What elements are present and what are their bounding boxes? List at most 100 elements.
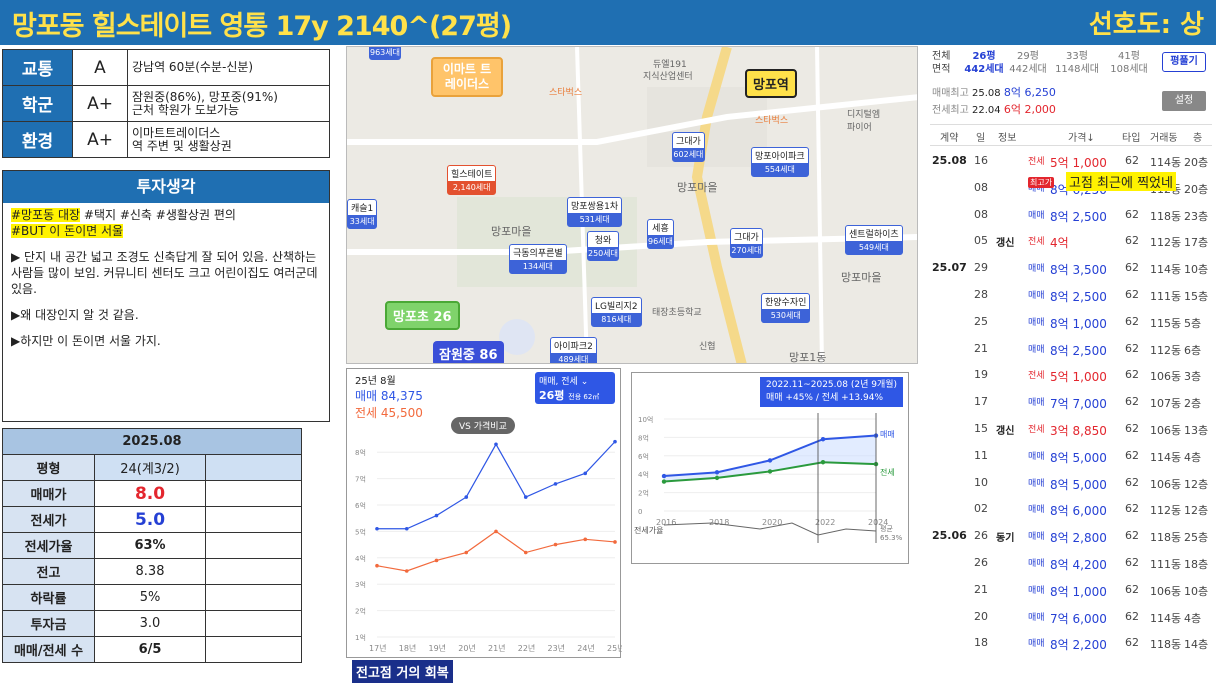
- map-label: 망포1동: [789, 351, 827, 364]
- map-tag[interactable]: 그대가 270세대: [730, 228, 763, 258]
- trade-floor: 10층: [1184, 584, 1209, 598]
- x-tick-label: 2018: [709, 518, 729, 527]
- trade-row[interactable]: 21 매매 8억 1,000 62 106동 10층: [930, 577, 1212, 603]
- x-tick-label: 19년: [429, 643, 447, 653]
- map-label: 신협: [699, 342, 716, 352]
- settings-button[interactable]: 설정: [1162, 91, 1206, 111]
- trade-row[interactable]: 25.08 16 전세 5억 1,000 62 114동 20층: [930, 148, 1212, 174]
- thought-paragraph: ▶하지만 이 돈이면 서울 가지.: [11, 334, 161, 348]
- station-badge[interactable]: 망포역: [745, 69, 797, 98]
- trade-type: 62: [1125, 314, 1139, 328]
- summary-value: 6/5: [94, 636, 206, 663]
- map-tag[interactable]: 극동의푸른별 134세대: [509, 244, 567, 274]
- tag-name: 힐스테이트: [451, 170, 493, 180]
- col-type[interactable]: 타입: [1122, 129, 1140, 144]
- size-tab-26[interactable]: 26평 442세대: [962, 50, 1006, 76]
- size-tab-33[interactable]: 33평 1148세대: [1052, 50, 1102, 76]
- max-sale: 매매최고 25.08 8억 6,250: [932, 86, 1056, 99]
- x-tick-label: 17년: [369, 643, 387, 653]
- area-map[interactable]: 이마트 트레이더스 망포역 망포초 26 잠원중 86 힐스테이트 2,140세대…: [346, 46, 918, 364]
- trade-info: 갱신: [996, 238, 1015, 250]
- tag-count: 816세대: [592, 313, 641, 326]
- trade-row[interactable]: 02 매매 8억 6,000 62 112동 12층: [930, 496, 1212, 522]
- grade-value: A: [72, 49, 128, 86]
- map-tag[interactable]: 센트럴하이츠 549세대: [845, 225, 903, 255]
- tag-count: 250세대: [588, 247, 618, 260]
- map-tag[interactable]: 아이파크2 489세대: [550, 337, 597, 363]
- trade-row[interactable]: 18 매매 8억 2,200 62 118동 14층: [930, 630, 1212, 656]
- investment-thoughts: 투자생각 #망포동 대장 #택지 #신축 #생활상권 편의 #BUT 이 돈이면…: [2, 170, 330, 422]
- map-tag[interactable]: 망포쌍용1차 531세대: [567, 197, 623, 227]
- data-point-매매: [375, 526, 379, 531]
- map-tag[interactable]: 963세대: [369, 47, 401, 60]
- trade-row[interactable]: 20 매매 7억 6,000 62 114동 4층: [930, 604, 1212, 630]
- trade-kind: 매매: [1028, 639, 1045, 650]
- x-tick-label: 22년: [518, 643, 536, 653]
- trade-row[interactable]: 25.07 29 매매 8억 3,500 62 114동 10층: [930, 255, 1212, 281]
- trade-month: 25.06: [932, 529, 967, 543]
- data-point-매매: [404, 526, 409, 531]
- data-point-매매: [767, 458, 773, 463]
- col-price[interactable]: 가격↓: [1068, 129, 1095, 144]
- col-dong[interactable]: 거래동: [1150, 129, 1178, 144]
- trade-kind: 매매: [1028, 612, 1045, 623]
- trade-row[interactable]: 28 매매 8억 2,500 62 111동 15층: [930, 282, 1212, 308]
- x-tick-label: 20년: [458, 643, 476, 653]
- trade-row[interactable]: 10 매매 8억 5,000 62 106동 12층: [930, 470, 1212, 496]
- tag-name: 아이파크2: [554, 342, 593, 352]
- map-tag[interactable]: LG빌리지2 816세대: [591, 297, 642, 327]
- y-tick-label: 3억: [355, 581, 366, 589]
- trade-day: 19: [974, 368, 988, 382]
- trade-price: 8억 4,200: [1050, 558, 1107, 572]
- map-tag[interactable]: 한양수자인 530세대: [761, 293, 811, 323]
- trade-row[interactable]: 05 갱신 전세 4억 62 112동 17층: [930, 228, 1212, 254]
- emart-badge[interactable]: 이마트 트레이더스: [431, 57, 503, 97]
- trade-dong: 112동: [1150, 343, 1182, 357]
- trade-day: 21: [974, 582, 988, 596]
- school-badge-jamwon[interactable]: 잠원중 86: [433, 341, 504, 363]
- map-tag[interactable]: 세흥 96세대: [647, 219, 674, 249]
- trade-type: 62: [1125, 368, 1139, 382]
- trade-row[interactable]: 17 매매 7억 7,000 62 107동 2층: [930, 389, 1212, 415]
- trade-row[interactable]: 25 매매 8억 1,000 62 115동 5층: [930, 309, 1212, 335]
- trade-row[interactable]: 08 매매 8억 2,500 62 118동 23층: [930, 202, 1212, 228]
- trade-price: 5억 1,000: [1050, 370, 1107, 385]
- col-floor[interactable]: 층: [1193, 129, 1202, 144]
- size-tab-41[interactable]: 41평 108세대: [1104, 50, 1154, 76]
- y-tick-label: 5억: [355, 528, 366, 536]
- trade-row[interactable]: 11 매매 8억 5,000 62 114동 4층: [930, 443, 1212, 469]
- map-tag[interactable]: 그대가 602세대: [672, 132, 705, 162]
- size-tab-29[interactable]: 29평 442세대: [1006, 50, 1050, 76]
- map-tag-hillstate[interactable]: 힐스테이트 2,140세대: [447, 165, 497, 195]
- trade-type: 62: [1125, 636, 1139, 650]
- trade-row[interactable]: 19 전세 5억 1,000 62 106동 3층: [930, 362, 1212, 388]
- map-tag[interactable]: 청와 250세대: [587, 231, 619, 261]
- plan-button[interactable]: 평풀기: [1162, 52, 1206, 72]
- map-tag[interactable]: 캐슬1 33세대: [347, 199, 378, 229]
- data-point-전세: [613, 540, 617, 544]
- trade-row[interactable]: 26 매매 8억 4,200 62 111동 18층: [930, 550, 1212, 576]
- col-info[interactable]: 정보: [998, 129, 1016, 144]
- trade-floor: 6층: [1184, 343, 1202, 357]
- trade-row[interactable]: 15 갱신 전세 3억 8,850 62 106동 13층: [930, 416, 1212, 442]
- trade-type: 62: [1125, 422, 1139, 435]
- summary-label: 투자금: [2, 610, 95, 637]
- school-badge-mangpo[interactable]: 망포초 26: [385, 301, 460, 330]
- col-day[interactable]: 일: [976, 129, 985, 144]
- y-tick-label: 7억: [355, 476, 366, 484]
- summary-row: 투자금 3.0: [2, 610, 302, 637]
- grade-category: 학군: [2, 85, 73, 122]
- x-tick-label: 25년: [607, 643, 622, 653]
- map-tag[interactable]: 망포아이파크 554세대: [751, 147, 809, 177]
- trade-day: 11: [974, 448, 988, 462]
- trade-type: 62: [1125, 207, 1139, 221]
- col-contract[interactable]: 계약: [940, 129, 958, 144]
- grade-desc: 잠원중(86%), 망포중(91%) 근처 학원가 도보가능: [127, 85, 330, 122]
- trade-row[interactable]: 25.06 26 동기 매매 8억 2,800 62 118동 25층: [930, 523, 1212, 549]
- trade-floor: 4층: [1184, 611, 1202, 625]
- trade-row[interactable]: 21 매매 8억 2,500 62 112동 6층: [930, 336, 1212, 362]
- trade-price: 8억 5,000: [1050, 477, 1107, 492]
- tag-count: 2,140세대: [448, 181, 496, 194]
- grade-value: A+: [72, 121, 128, 158]
- summary-value: 5.0: [94, 506, 206, 533]
